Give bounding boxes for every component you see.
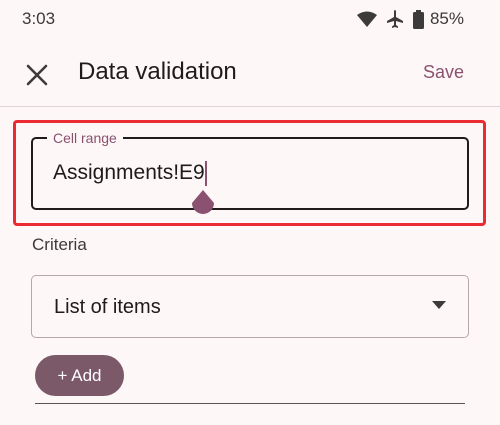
battery-percent: 85% <box>429 9 464 28</box>
page-title: Data validation <box>78 58 237 85</box>
criteria-label: Criteria <box>32 235 87 254</box>
list-item-divider <box>35 403 465 404</box>
app-bar-divider <box>0 106 500 107</box>
status-bar: 3:03 85% <box>0 0 500 38</box>
text-cursor-handle[interactable] <box>190 188 216 218</box>
add-button[interactable]: + Add <box>35 355 124 396</box>
close-button[interactable] <box>22 60 52 90</box>
wifi-icon <box>356 11 377 27</box>
status-time: 3:03 <box>22 9 56 28</box>
text-caret <box>205 161 207 186</box>
criteria-selected-value: List of items <box>54 296 161 318</box>
airplane-icon <box>386 10 403 28</box>
criteria-dropdown[interactable]: List of items <box>31 275 469 338</box>
status-icons: 85% <box>356 9 464 29</box>
battery-icon <box>412 9 424 29</box>
cell-range-value: Assignments!E9 <box>53 161 205 184</box>
close-icon <box>26 64 48 86</box>
cell-range-label: Cell range <box>47 129 123 147</box>
save-button[interactable]: Save <box>423 62 464 83</box>
app-bar: Data validation Save <box>0 38 500 106</box>
cell-range-input[interactable]: Cell range Assignments!E9 <box>31 129 469 210</box>
dropdown-arrow-icon <box>432 301 446 309</box>
